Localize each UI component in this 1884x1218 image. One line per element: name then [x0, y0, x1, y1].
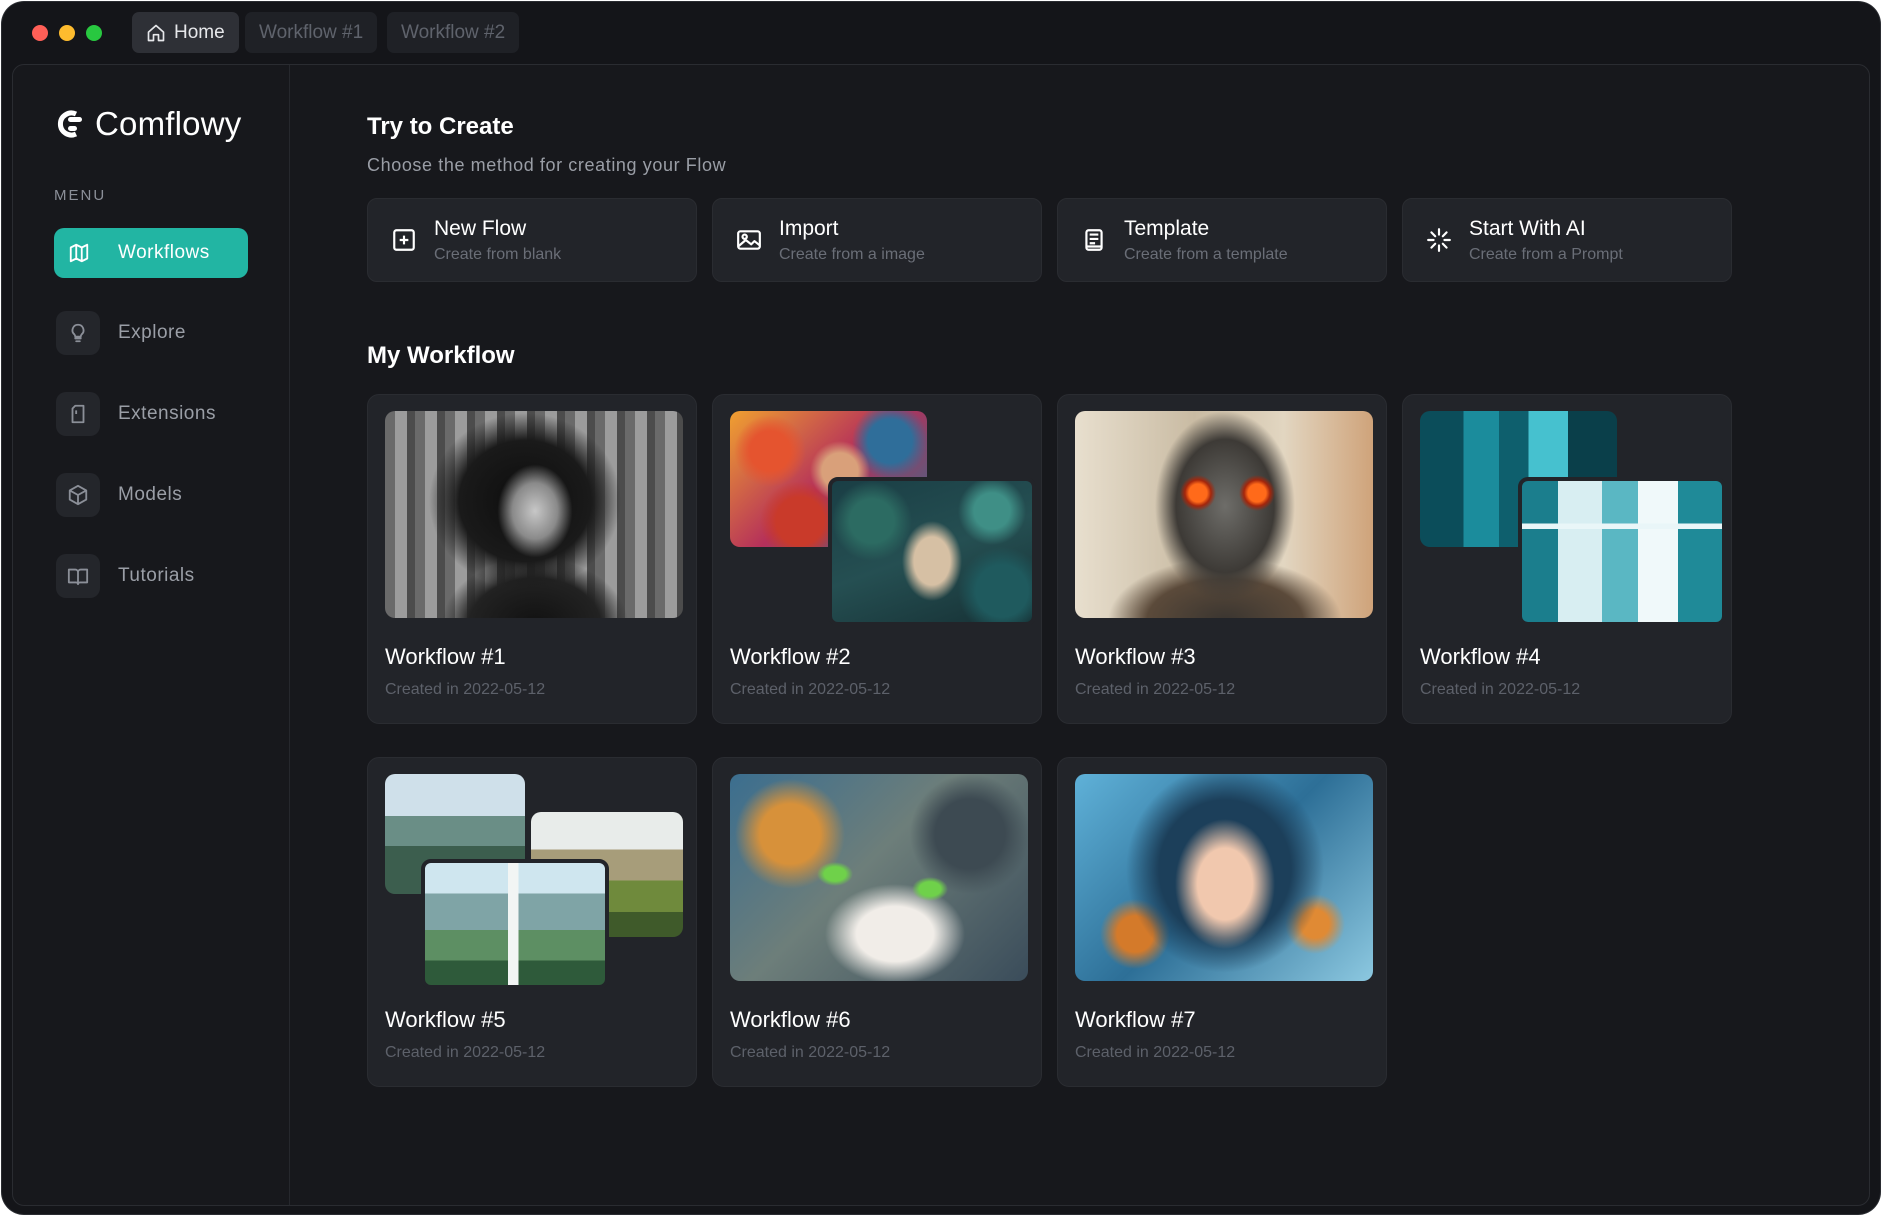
workflow-date: Created in 2022-05-12 [1075, 1044, 1236, 1061]
book-icon [56, 554, 100, 598]
tab-label: Workflow #1 [259, 21, 364, 43]
workflow-thumbnail [1420, 411, 1726, 626]
sidebar-item-label: Extensions [118, 403, 216, 424]
sidebar: Comflowy MENU Workflows Explore Extensio [13, 65, 290, 1205]
workflow-date: Created in 2022-05-12 [730, 681, 891, 698]
workflow-card[interactable]: Workflow #5 Created in 2022-05-12 [367, 757, 697, 1087]
option-desc: Create from a Prompt [1469, 246, 1623, 264]
tab-home[interactable]: Home [132, 12, 239, 53]
new-flow-button[interactable]: New Flow Create from blank [367, 198, 697, 282]
workflow-name: Workflow #4 [1420, 644, 1541, 669]
sidebar-item-label: Models [118, 484, 183, 505]
sidebar-item-models[interactable]: Models [54, 470, 248, 520]
workflow-date: Created in 2022-05-12 [730, 1044, 891, 1061]
workflow-image [730, 774, 1028, 981]
import-button[interactable]: Import Create from a image [712, 198, 1042, 282]
option-title: Template [1124, 216, 1210, 240]
workflow-image [1075, 774, 1373, 981]
minimize-window-button[interactable] [59, 25, 75, 41]
create-section-subtitle: Choose the method for creating your Flow [367, 155, 727, 175]
sidebar-item-tutorials[interactable]: Tutorials [54, 551, 248, 601]
plus-square-icon [390, 226, 418, 254]
template-button[interactable]: Template Create from a template [1057, 198, 1387, 282]
sidebar-item-label: Explore [118, 322, 186, 343]
workflow-card[interactable]: Workflow #6 Created in 2022-05-12 [712, 757, 1042, 1087]
title-bar: Home Workflow #1 Workflow #2 [2, 2, 1880, 64]
option-title: New Flow [434, 216, 527, 240]
sidebar-item-label: Tutorials [118, 565, 195, 586]
workflow-card[interactable]: Workflow #7 Created in 2022-05-12 [1057, 757, 1387, 1087]
sidebar-item-label: Workflows [118, 242, 210, 263]
workflow-image [828, 477, 1036, 626]
start-with-ai-button[interactable]: Start With AI Create from a Prompt [1402, 198, 1732, 282]
option-title: Import [779, 216, 839, 240]
workflow-thumbnail [385, 774, 683, 989]
workflow-name: Workflow #3 [1075, 644, 1196, 669]
workflow-date: Created in 2022-05-12 [385, 1044, 546, 1061]
workflow-name: Workflow #2 [730, 644, 851, 669]
image-icon [735, 226, 763, 254]
workflow-thumbnail [730, 411, 1036, 626]
menu-label: MENU [54, 187, 107, 204]
create-section-title: Try to Create [367, 113, 514, 140]
sidebar-item-explore[interactable]: Explore [54, 308, 248, 358]
workflow-thumbnail [1075, 411, 1373, 618]
workflow-image [421, 859, 609, 989]
extension-icon [56, 392, 100, 436]
map-icon [62, 231, 96, 275]
main-content: Try to Create Choose the method for crea… [289, 65, 1869, 1205]
tab-workflow-2[interactable]: Workflow #2 [387, 12, 520, 53]
workflow-name: Workflow #1 [385, 644, 506, 669]
app-window: Home Workflow #1 Workflow #2 Comflowy ME… [2, 2, 1880, 1214]
cube-icon [56, 473, 100, 517]
my-workflow-title: My Workflow [367, 342, 515, 369]
sidebar-item-workflows[interactable]: Workflows [54, 228, 248, 278]
tab-workflow-1[interactable]: Workflow #1 [245, 12, 378, 53]
tab-label: Workflow #2 [401, 21, 506, 43]
workflow-card[interactable]: Workflow #2 Created in 2022-05-12 [712, 394, 1042, 724]
workflow-thumbnail [1075, 774, 1373, 981]
tab-label: Home [174, 21, 225, 43]
option-title: Start With AI [1469, 216, 1586, 240]
workflow-name: Workflow #5 [385, 1007, 506, 1032]
home-icon [147, 24, 165, 41]
lightbulb-icon [56, 311, 100, 355]
option-desc: Create from a image [779, 246, 925, 264]
workflow-image [1075, 411, 1373, 618]
workflow-thumbnail [385, 411, 683, 618]
workflow-name: Workflow #7 [1075, 1007, 1196, 1032]
workflow-thumbnail [730, 774, 1028, 981]
workflow-name: Workflow #6 [730, 1007, 851, 1032]
app-body: Comflowy MENU Workflows Explore Extensio [12, 64, 1870, 1206]
comflowy-logo-icon [57, 110, 82, 138]
option-desc: Create from blank [434, 246, 562, 264]
brand-name: Comflowy [95, 105, 242, 142]
sparkle-icon [1425, 226, 1453, 254]
workflow-image [385, 411, 683, 618]
workflow-date: Created in 2022-05-12 [385, 681, 546, 698]
workflow-image [1518, 477, 1726, 626]
sidebar-item-extensions[interactable]: Extensions [54, 389, 248, 439]
workflow-card[interactable]: Workflow #4 Created in 2022-05-12 [1402, 394, 1732, 724]
workflow-card[interactable]: Workflow #3 Created in 2022-05-12 [1057, 394, 1387, 724]
logo[interactable]: Comflowy [55, 105, 241, 143]
zoom-window-button[interactable] [86, 25, 102, 41]
template-icon [1080, 226, 1108, 254]
workflow-date: Created in 2022-05-12 [1075, 681, 1236, 698]
workflow-card[interactable]: Workflow #1 Created in 2022-05-12 [367, 394, 697, 724]
option-desc: Create from a template [1124, 246, 1288, 264]
workflow-date: Created in 2022-05-12 [1420, 681, 1581, 698]
close-window-button[interactable] [32, 25, 48, 41]
